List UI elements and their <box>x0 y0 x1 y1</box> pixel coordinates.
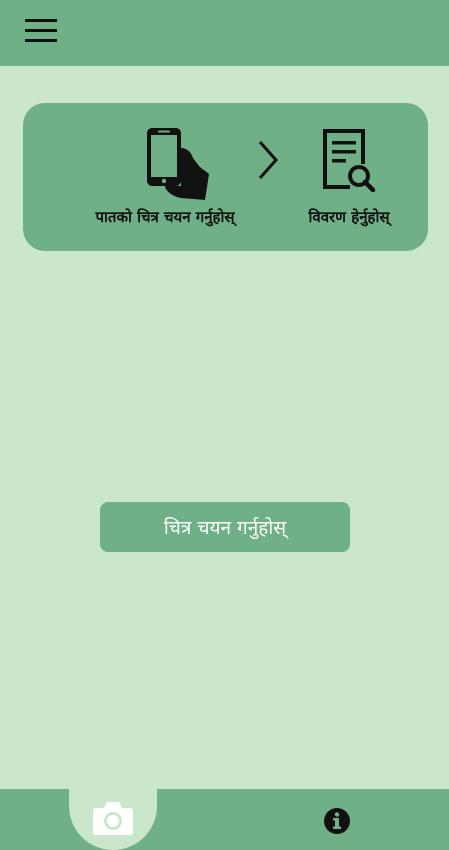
app-bar <box>0 0 449 66</box>
step-view-details-label: विवरण हेर्नुहोस् <box>308 208 390 226</box>
chevron-right-icon <box>258 141 279 179</box>
select-image-button[interactable]: चित्र चयन गर्नुहोस् <box>100 502 350 552</box>
phone-in-hand-icon <box>147 128 209 200</box>
step-select-leaf-label: पातको चित्र चयन गर्नुहोस् <box>95 208 235 226</box>
bottom-nav-bar <box>0 789 449 850</box>
camera-icon <box>93 802 133 835</box>
menu-button[interactable] <box>14 12 68 52</box>
tab-info[interactable] <box>322 806 352 836</box>
hamburger-menu-icon <box>25 19 57 42</box>
instructions-card: पातको चित्र चयन गर्नुहोस् विवरण हेर्नुहो… <box>23 103 428 251</box>
info-icon <box>324 808 350 834</box>
document-search-icon <box>323 129 376 192</box>
